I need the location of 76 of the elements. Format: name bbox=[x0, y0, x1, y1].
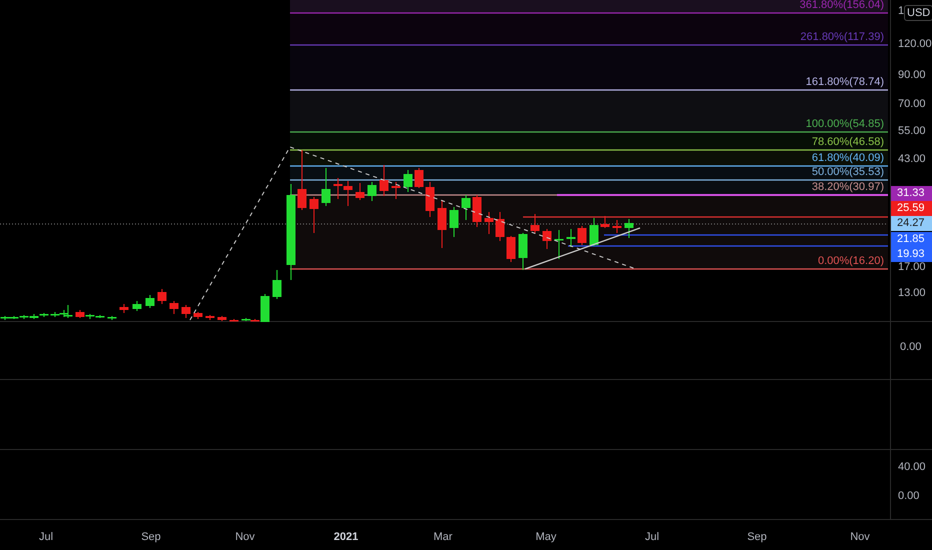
time-axis-label: Sep bbox=[747, 532, 767, 543]
price-axis-label: 40.00 bbox=[898, 462, 926, 473]
candle bbox=[404, 170, 412, 192]
candle bbox=[380, 164, 388, 196]
candle bbox=[554, 230, 564, 260]
time-axis-label: Nov bbox=[850, 532, 870, 543]
candle bbox=[158, 288, 166, 304]
fib-level-label: 78.60%(46.58) bbox=[812, 137, 884, 148]
candle bbox=[334, 178, 342, 200]
candle bbox=[462, 194, 470, 220]
candle bbox=[310, 196, 318, 234]
candle bbox=[472, 194, 482, 228]
candle bbox=[438, 200, 446, 248]
fib-level-label: 161.80%(78.74) bbox=[806, 77, 884, 88]
time-axis-label: Jul bbox=[644, 532, 660, 543]
candle bbox=[530, 214, 540, 234]
time-axis-label: May bbox=[536, 532, 556, 543]
candle bbox=[414, 168, 424, 188]
candle bbox=[108, 316, 116, 320]
price-badge: 25.59 bbox=[891, 201, 932, 216]
fib-level-label: 61.80%(40.09) bbox=[812, 153, 884, 164]
time-axis-label: Sep bbox=[141, 532, 161, 543]
candle bbox=[182, 304, 190, 318]
candle bbox=[146, 294, 154, 308]
fib-level-label: 361.80%(156.04) bbox=[800, 0, 884, 11]
fib-level-label: 0.00%(16.20) bbox=[818, 256, 884, 267]
price-axis-label: 43.00 bbox=[898, 154, 926, 165]
time-axis-label: Jul bbox=[38, 532, 54, 543]
candle bbox=[356, 182, 364, 200]
candle bbox=[566, 228, 576, 248]
candle bbox=[344, 180, 352, 206]
candle bbox=[484, 212, 494, 234]
candle bbox=[322, 168, 330, 206]
fib-level-label: 38.20%(30.97) bbox=[812, 182, 884, 193]
candle bbox=[392, 182, 400, 200]
candle bbox=[542, 228, 552, 250]
price-badge: 31.33 bbox=[891, 186, 932, 201]
candle bbox=[194, 312, 202, 320]
candle bbox=[132, 300, 142, 312]
candle bbox=[578, 226, 586, 246]
time-axis-label: Nov bbox=[235, 532, 255, 543]
candle bbox=[518, 232, 528, 270]
price-axis-label: 0.00 bbox=[898, 491, 920, 502]
candle bbox=[368, 182, 376, 202]
price-axis-label: 13.00 bbox=[898, 288, 926, 299]
candle bbox=[218, 316, 226, 322]
price-axis-label: 17.00 bbox=[898, 262, 926, 273]
price-axis-label: 90.00 bbox=[898, 70, 926, 81]
price-badge: 19.93 bbox=[891, 247, 932, 262]
currency-button[interactable]: USD bbox=[904, 5, 932, 21]
candle bbox=[426, 182, 434, 218]
time-axis-label: Mar bbox=[434, 532, 452, 543]
price-badge: 24.27 bbox=[891, 216, 932, 231]
candle bbox=[590, 218, 598, 246]
candle bbox=[230, 318, 238, 322]
price-axis-label: 55.00 bbox=[898, 126, 926, 137]
candle bbox=[170, 300, 178, 314]
candle bbox=[624, 218, 634, 238]
fib-level-label: 100.00%(54.85) bbox=[806, 119, 884, 130]
candle bbox=[496, 212, 504, 242]
price-badge: 21.85 bbox=[891, 232, 932, 247]
candle bbox=[612, 220, 622, 234]
price-axis-label: 70.00 bbox=[898, 99, 926, 110]
candle bbox=[272, 270, 282, 300]
candle bbox=[450, 206, 458, 238]
candle bbox=[298, 150, 306, 210]
candle bbox=[600, 216, 610, 228]
candle bbox=[206, 314, 214, 320]
price-axis-label: 0.00 bbox=[900, 342, 922, 353]
fib-level-label: 261.80%(117.39) bbox=[800, 32, 884, 43]
price-axis-label: 120.00 bbox=[898, 39, 932, 50]
time-axis-label: 2021 bbox=[334, 532, 358, 543]
candle bbox=[506, 236, 516, 262]
candle bbox=[120, 304, 128, 314]
fib-level-label: 50.00%(35.53) bbox=[812, 167, 884, 178]
price-axis-label: 1 bbox=[898, 6, 904, 17]
